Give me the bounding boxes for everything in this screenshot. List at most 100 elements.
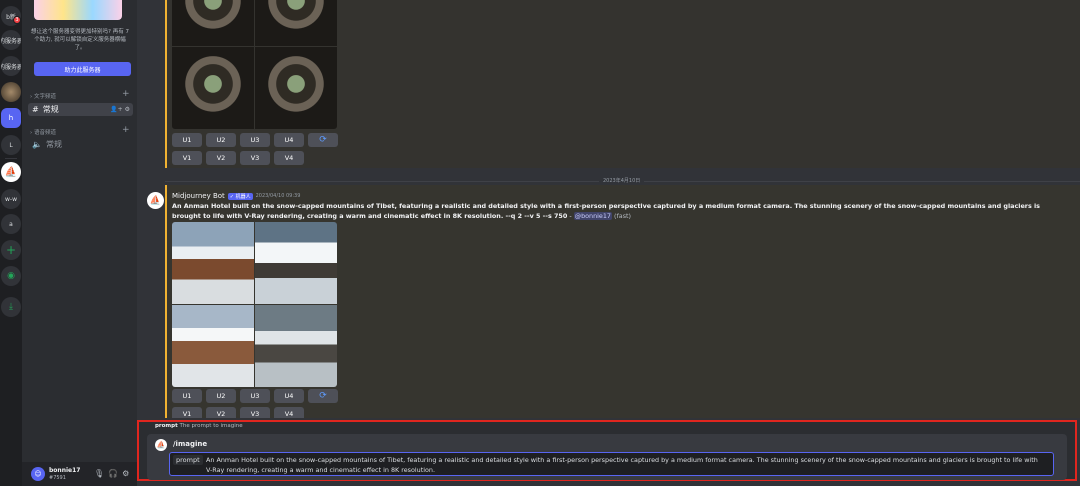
server-label: L: [9, 141, 13, 149]
variation-button[interactable]: V1: [172, 151, 202, 165]
server-label: a: [9, 220, 13, 228]
upscale-button[interactable]: U2: [206, 389, 236, 403]
text-category-label[interactable]: › 文字频道: [30, 92, 56, 100]
server-label: 的服务器: [1, 63, 21, 71]
command-name: /imagine: [173, 440, 208, 448]
variation-buttons-1: V1 V2 V3 V4: [172, 151, 304, 165]
upscale-button[interactable]: U1: [172, 133, 202, 147]
prompt-option-label: prompt: [173, 455, 203, 465]
server-rail: b新 3 的服务器 的服务器 h L ⛵ w-w a + ◉ ⤓: [0, 0, 22, 486]
explore-icon[interactable]: ◉: [1, 266, 21, 286]
mute-mic-icon[interactable]: 🎙: [94, 469, 108, 478]
channel-settings-icons[interactable]: 👤+ ⚙: [110, 106, 130, 113]
option-hint-text: The prompt to imagine: [179, 423, 243, 429]
grid-image: [172, 0, 254, 46]
user-panel: ☺ bonnie17 #7591 🎙🎧⚙: [22, 462, 137, 486]
bot-tag: ✓ 机器人: [227, 192, 253, 200]
grid-image: [172, 305, 254, 387]
boost-banner-text: 想让这个服务器变得更加特别吗? 再有 7 个助力, 就可以解锁自定义服务器横幅了…: [31, 29, 129, 51]
channel-label: 常规: [42, 105, 59, 114]
upscale-button[interactable]: U1: [172, 389, 202, 403]
server-icon-3[interactable]: 的服务器: [1, 56, 21, 76]
user-mention[interactable]: @bonnie17: [573, 212, 612, 220]
user-tag: #7591: [49, 475, 66, 481]
download-icon: ⤓: [9, 302, 13, 312]
generation-mode: (fast): [614, 212, 632, 220]
option-hint: prompt The prompt to imagine: [155, 423, 243, 429]
user-avatar[interactable]: ☺: [31, 467, 45, 481]
mention-badge: 3: [13, 16, 21, 24]
midjourney-server-icon[interactable]: ⛵: [1, 162, 21, 182]
bot-author-name[interactable]: Midjourney Bot: [172, 192, 225, 200]
separator: -: [567, 212, 574, 220]
grid-image: [172, 222, 254, 304]
server-icon-ww[interactable]: w-w: [1, 189, 21, 209]
reroll-button[interactable]: ⟳: [308, 389, 338, 403]
voice-category-label[interactable]: › 语音频道: [30, 128, 56, 136]
user-controls: 🎙🎧⚙: [94, 469, 133, 478]
upscale-button[interactable]: U3: [240, 133, 270, 147]
rail-divider: [5, 158, 17, 159]
channel-voice-general[interactable]: 🔈 常规: [28, 138, 133, 151]
grid-image: [255, 0, 337, 46]
settings-gear-icon[interactable]: ⚙: [122, 469, 133, 478]
message-header: Midjourney Bot ✓ 机器人 2023/04/10 09:39: [172, 192, 300, 200]
prompt-input[interactable]: prompt An Anman Hotel built on the snow-…: [169, 452, 1054, 476]
username: bonnie17: [49, 467, 81, 474]
upscale-button[interactable]: U4: [274, 133, 304, 147]
boost-server-button[interactable]: 助力此服务器: [34, 62, 131, 76]
reroll-icon: ⟳: [319, 391, 327, 401]
channel-label: 常规: [45, 140, 62, 149]
server-icon-h[interactable]: h: [1, 108, 21, 128]
prompt-input-value[interactable]: An Anman Hotel built on the snow-capped …: [206, 455, 1046, 475]
server-label: h: [8, 114, 14, 122]
variation-button[interactable]: V2: [206, 407, 236, 418]
variation-button[interactable]: V2: [206, 151, 236, 165]
variation-button[interactable]: V4: [274, 407, 304, 418]
grid-image: [255, 47, 337, 129]
message-content: An Anman Hotel built on the snow-capped …: [172, 201, 1052, 221]
grid-image: [255, 305, 337, 387]
command-input-box: ⛵ /imagine prompt An Anman Hotel built o…: [147, 434, 1067, 480]
add-voice-channel-icon[interactable]: +: [122, 125, 130, 135]
message-timestamp: 2023/04/10 09:39: [255, 193, 301, 199]
channel-text-general[interactable]: # 常规 👤+ ⚙: [28, 103, 133, 116]
add-text-channel-icon[interactable]: +: [122, 89, 130, 99]
download-apps-icon[interactable]: ⤓: [1, 297, 21, 317]
variation-button[interactable]: V3: [240, 151, 270, 165]
upscale-button[interactable]: U4: [274, 389, 304, 403]
server-label: w-w: [5, 195, 17, 203]
upscale-buttons-2: U1 U2 U3 U4 ⟳: [172, 389, 338, 403]
variation-button[interactable]: V4: [274, 151, 304, 165]
variation-button[interactable]: V3: [240, 407, 270, 418]
chat-area: U1 U2 U3 U4 ⟳ V1 V2 V3 V4 2023年4月10日 ⛵ M…: [137, 0, 1080, 486]
upscale-button[interactable]: U2: [206, 133, 236, 147]
reroll-button[interactable]: ⟳: [308, 133, 338, 147]
headphones-icon[interactable]: 🎧: [108, 469, 122, 478]
category-label: 文字频道: [33, 94, 56, 100]
server-icon-a[interactable]: a: [1, 214, 21, 234]
hashtag-icon: #: [32, 105, 39, 114]
slash-command-panel: prompt The prompt to imagine ⛵ /imagine …: [137, 420, 1077, 481]
plus-icon: +: [5, 243, 17, 257]
add-server-icon[interactable]: +: [1, 240, 21, 260]
upscale-buttons-1: U1 U2 U3 U4 ⟳: [172, 133, 338, 147]
upscale-button[interactable]: U3: [240, 389, 270, 403]
image-grid-yoda[interactable]: [172, 0, 337, 129]
server-icon-l[interactable]: L: [1, 135, 21, 155]
grid-image: [172, 47, 254, 129]
bot-avatar[interactable]: ⛵: [147, 192, 164, 209]
speaker-icon: 🔈: [32, 140, 42, 149]
variation-button[interactable]: V1: [172, 407, 202, 418]
image-grid-hotel[interactable]: [172, 222, 337, 387]
category-label: 语音频道: [33, 130, 56, 136]
bot-command-avatar: ⛵: [155, 439, 167, 451]
server-label: 的服务器: [1, 37, 21, 45]
channel-sidebar: 想让这个服务器变得更加特别吗? 再有 7 个助力, 就可以解锁自定义服务器横幅了…: [22, 0, 137, 486]
server-icon-2[interactable]: 的服务器: [1, 30, 21, 50]
option-hint-label: prompt: [155, 423, 178, 429]
compass-icon: ◉: [7, 271, 15, 281]
reroll-icon: ⟳: [319, 135, 327, 145]
boost-banner-image: [34, 0, 122, 20]
server-icon-4[interactable]: [1, 82, 21, 102]
